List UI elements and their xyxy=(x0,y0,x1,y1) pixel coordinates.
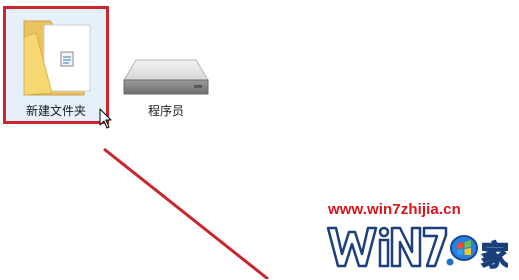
watermark-url: www.win7zhijia.cn xyxy=(328,201,461,218)
folder-label: 新建文件夹 xyxy=(25,104,86,118)
svg-text:家: 家 xyxy=(481,239,508,272)
new-folder-item[interactable]: 新建文件夹 xyxy=(3,6,109,124)
folder-icon xyxy=(6,11,106,97)
hard-drive-icon xyxy=(120,58,212,104)
watermark: www.win7zhijia.cn 家 xyxy=(318,196,518,278)
win7-logo: 家 xyxy=(322,218,510,276)
drive-label: 程序员 xyxy=(147,104,184,118)
mouse-cursor-icon xyxy=(99,108,113,130)
drive-item[interactable]: 程序员 xyxy=(116,48,216,128)
